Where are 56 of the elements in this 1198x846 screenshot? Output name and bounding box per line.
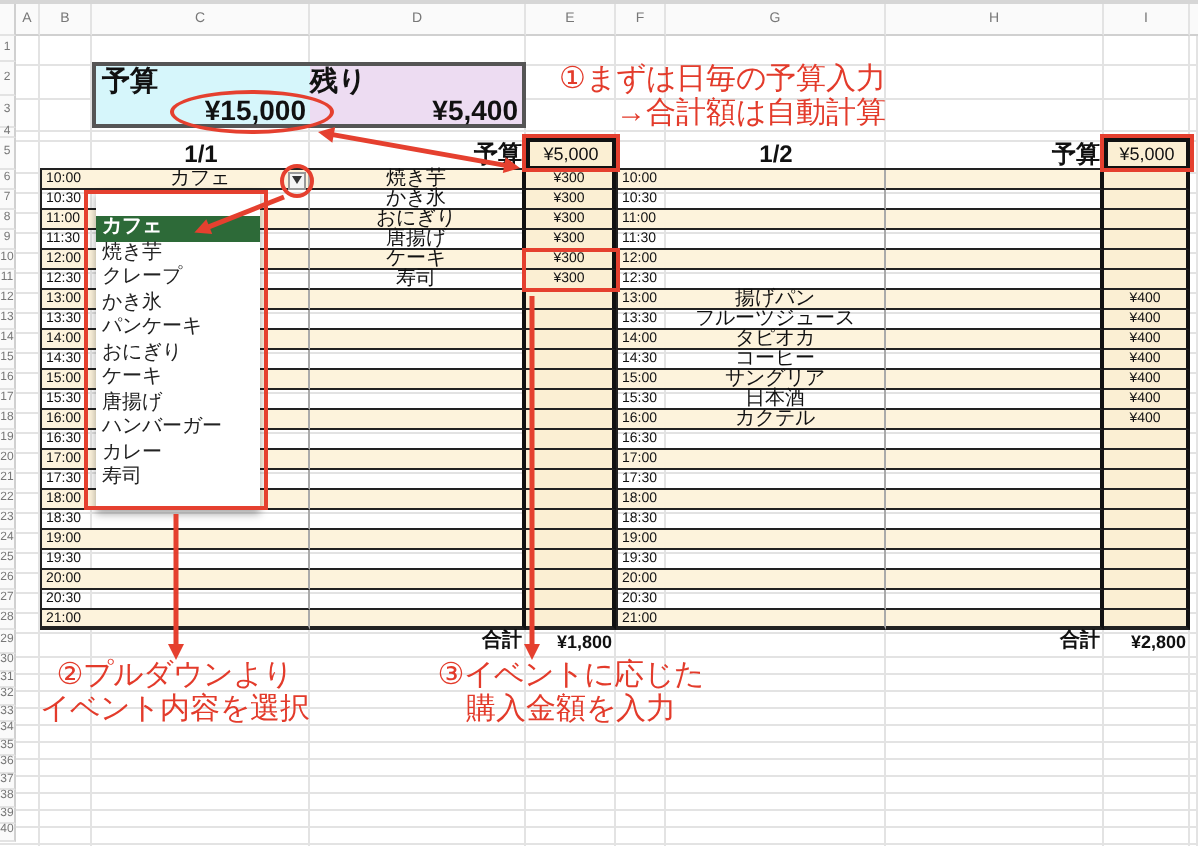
empty-cell[interactable] bbox=[526, 590, 616, 610]
empty-cell[interactable] bbox=[1104, 590, 1190, 610]
event-cell: カクテル bbox=[666, 410, 886, 430]
caret-icon bbox=[292, 176, 302, 184]
dropdown-option[interactable]: ハンバーガー bbox=[96, 416, 260, 441]
empty-cell[interactable] bbox=[526, 550, 616, 570]
budget-cell: ¥5,000 bbox=[526, 138, 616, 170]
empty-cell[interactable] bbox=[1104, 190, 1190, 210]
empty-cell[interactable] bbox=[1104, 470, 1190, 490]
empty-cell[interactable] bbox=[526, 470, 616, 490]
empty-cell[interactable] bbox=[526, 430, 616, 450]
empty-cell[interactable] bbox=[526, 350, 616, 370]
empty-cell[interactable] bbox=[1104, 230, 1190, 250]
event-cell: サングリア bbox=[666, 370, 886, 390]
item-cell: ケーキ bbox=[310, 250, 526, 270]
total-label: 合計 bbox=[1058, 630, 1102, 654]
annotation-text: 購入金額を入力 bbox=[466, 692, 676, 726]
highlight-circle bbox=[280, 163, 314, 197]
arrow bbox=[194, 194, 285, 235]
annotation-text: ③イベントに応じた bbox=[437, 658, 705, 692]
annotation-text: ①まずは日毎の予算入力 bbox=[559, 61, 886, 95]
budget-total: ¥15,000 bbox=[92, 96, 310, 128]
empty-cell[interactable] bbox=[1104, 430, 1190, 450]
dropdown-option[interactable]: カレー bbox=[96, 441, 260, 466]
dropdown-option[interactable]: クレープ bbox=[96, 266, 260, 291]
dropdown-button[interactable] bbox=[288, 171, 306, 189]
empty-cell[interactable] bbox=[526, 390, 616, 410]
remaining-label: 残り bbox=[310, 62, 526, 96]
empty-cell[interactable] bbox=[1104, 510, 1190, 530]
empty-cell[interactable] bbox=[1104, 550, 1190, 570]
event-cell: タピオカ bbox=[666, 330, 886, 350]
item-cell: おにぎり bbox=[310, 210, 526, 230]
annotation-text: →合計額は自動計算 bbox=[616, 95, 886, 129]
dropdown-option[interactable]: 寿司 bbox=[96, 466, 260, 491]
event-cell: 揚げパン bbox=[666, 290, 886, 310]
dropdown-option[interactable]: パンケーキ bbox=[96, 316, 260, 341]
dropdown-option[interactable]: カフェ bbox=[96, 216, 260, 241]
total-amount: ¥1,800 bbox=[554, 630, 614, 654]
annotation-text: イベント内容を選択 bbox=[40, 692, 310, 726]
dropdown-option[interactable]: 唐揚げ bbox=[96, 391, 260, 416]
annotation-text: ②プルダウンより bbox=[56, 658, 294, 692]
budget-cell: ¥5,000 bbox=[1104, 138, 1190, 170]
empty-cell[interactable] bbox=[526, 510, 616, 530]
dropdown-option[interactable]: 焼き芋 bbox=[96, 241, 260, 266]
dropdown-option[interactable]: おにぎり bbox=[96, 341, 260, 366]
budget-label: 予算 bbox=[92, 62, 310, 96]
empty-cell[interactable] bbox=[1104, 270, 1190, 290]
item-cell: 焼き芋 bbox=[310, 170, 526, 190]
total-amount: ¥2,800 bbox=[1128, 630, 1188, 654]
total-label: 合計 bbox=[480, 630, 524, 654]
event-cell: カフェ bbox=[92, 170, 310, 190]
dropdown-option[interactable]: かき氷 bbox=[96, 291, 260, 316]
highlight-frame bbox=[522, 248, 620, 292]
dropdown-option[interactable]: ケーキ bbox=[96, 366, 260, 391]
empty-cell[interactable] bbox=[526, 310, 616, 330]
remaining-amount: ¥5,400 bbox=[310, 96, 526, 128]
